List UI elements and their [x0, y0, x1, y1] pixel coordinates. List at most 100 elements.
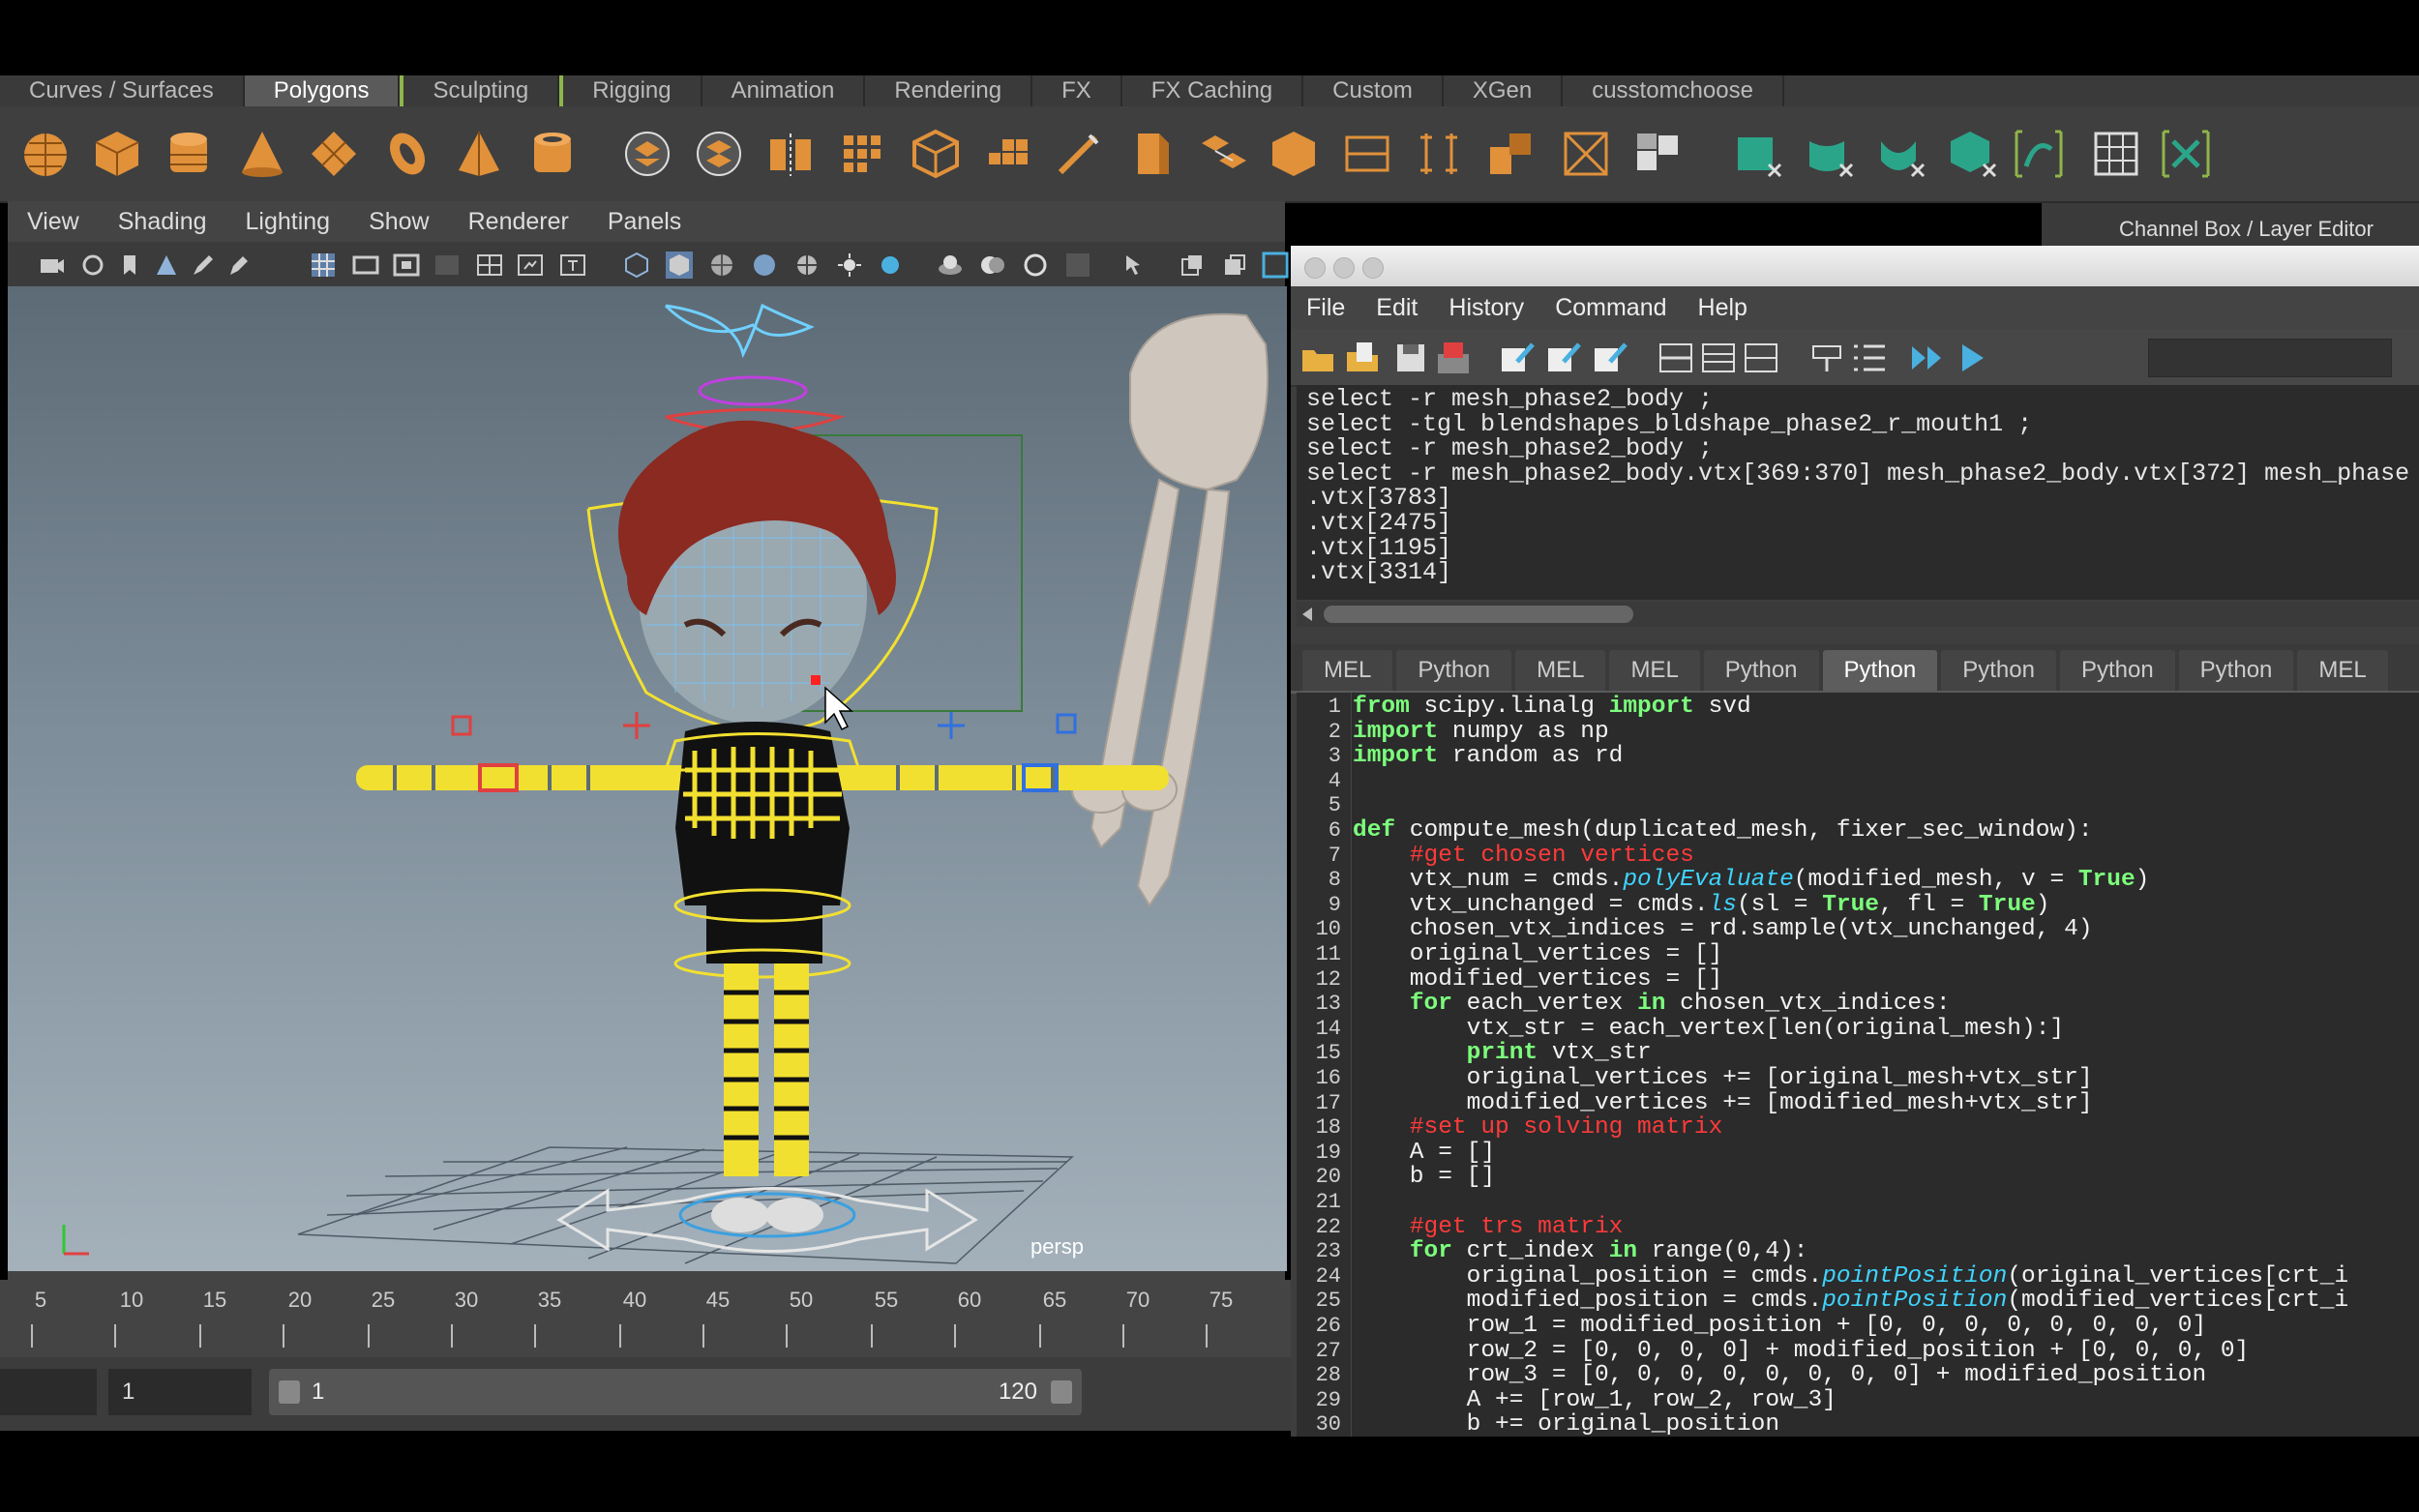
range-end-handle[interactable]: [1051, 1380, 1072, 1404]
extrude-icon[interactable]: [981, 128, 1033, 180]
field-chart-icon[interactable]: [476, 252, 503, 279]
film-gate-icon[interactable]: [352, 252, 379, 279]
shelf-tab-animation[interactable]: Animation: [702, 75, 866, 106]
combine-icon[interactable]: [621, 128, 673, 180]
bridge-icon[interactable]: [1196, 128, 1248, 180]
script-editor-titlebar[interactable]: [1291, 246, 2419, 286]
poly-torus-icon[interactable]: [381, 128, 433, 180]
screen-space-ao-icon[interactable]: [937, 252, 964, 279]
scrollbar-thumb[interactable]: [1324, 606, 1633, 623]
tab-mel-3[interactable]: MEL: [1609, 650, 1700, 691]
viewport-3d-view[interactable]: persp: [8, 286, 1287, 1271]
echo-all-commands-icon[interactable]: [1809, 341, 1844, 375]
shelf-tab-custom[interactable]: Custom: [1303, 75, 1444, 106]
uv-cylindrical-icon[interactable]: [1804, 128, 1856, 180]
clear-history-icon[interactable]: [1500, 341, 1535, 375]
uv-automatic-icon[interactable]: [1947, 128, 1999, 180]
poly-cylinder-icon[interactable]: [163, 128, 215, 180]
camera-icon[interactable]: [39, 252, 66, 279]
poly-pipe-icon[interactable]: [526, 128, 579, 180]
menu-history[interactable]: History: [1433, 294, 1539, 322]
uv-unfold-icon[interactable]: [2013, 128, 2065, 180]
xray-icon[interactable]: [1179, 252, 1206, 279]
separate-icon[interactable]: [693, 128, 745, 180]
save-to-shelf-icon[interactable]: [1436, 341, 1471, 375]
show-history-icon[interactable]: [1658, 341, 1693, 375]
tab-python-5[interactable]: Python: [2059, 650, 2175, 691]
multi-cut-icon[interactable]: [1053, 128, 1105, 180]
viewport-menu-lighting[interactable]: Lighting: [226, 208, 350, 236]
tab-python-1[interactable]: Python: [1396, 650, 1512, 691]
anti-aliasing-icon[interactable]: [1022, 252, 1049, 279]
search-field[interactable]: [2148, 339, 2392, 377]
target-weld-icon[interactable]: [1560, 128, 1612, 180]
shelf-tab-xgen[interactable]: XGen: [1444, 75, 1564, 106]
textured-icon[interactable]: [751, 252, 778, 279]
history-horizontal-scrollbar[interactable]: [1297, 602, 2419, 627]
tab-mel-2[interactable]: MEL: [1515, 650, 1606, 691]
viewport-menu-shading[interactable]: Shading: [99, 208, 226, 236]
isolate-select-icon[interactable]: [1120, 252, 1148, 279]
shelf-tab-fx[interactable]: FX: [1032, 75, 1122, 106]
tab-python-6[interactable]: Python: [2178, 650, 2294, 691]
poly-pyramid-icon[interactable]: [453, 128, 505, 180]
image-plane-icon[interactable]: [153, 252, 180, 279]
tab-python-2[interactable]: Python: [1703, 650, 1819, 691]
gate-mask-icon[interactable]: [433, 252, 461, 279]
uv-spherical-icon[interactable]: [1875, 128, 1927, 180]
viewport-menu-panels[interactable]: Panels: [588, 208, 701, 236]
tab-mel-1[interactable]: MEL: [1302, 650, 1393, 691]
scroll-left-icon[interactable]: [1302, 608, 1312, 621]
wireframe-icon[interactable]: [623, 252, 650, 279]
shadows-icon[interactable]: [879, 252, 906, 279]
menu-help[interactable]: Help: [1683, 294, 1763, 322]
fill-hole-icon[interactable]: [1268, 128, 1320, 180]
current-frame-field[interactable]: 1: [108, 1369, 252, 1415]
shelf-tab-curves-surfaces[interactable]: Curves / Surfaces: [0, 75, 245, 106]
window-close-button[interactable]: [1304, 257, 1326, 279]
clear-all-icon[interactable]: [1593, 341, 1628, 375]
camera-attributes-icon[interactable]: [79, 252, 106, 279]
bookmark-icon[interactable]: [116, 252, 143, 279]
window-minimize-button[interactable]: [1333, 257, 1355, 279]
menu-edit[interactable]: Edit: [1360, 294, 1433, 322]
poly-plane-icon[interactable]: [308, 128, 360, 180]
resolution-gate-icon[interactable]: [393, 252, 420, 279]
pencil-icon[interactable]: [226, 252, 254, 279]
reduce-icon[interactable]: [910, 128, 962, 180]
smooth-icon[interactable]: [836, 128, 888, 180]
depth-of-field-icon[interactable]: [1064, 252, 1091, 279]
viewport-menu-view[interactable]: View: [8, 208, 99, 236]
xray-active-icon[interactable]: [1262, 252, 1289, 279]
uv-layout-icon[interactable]: [2090, 128, 2142, 180]
grease-pencil-icon[interactable]: [190, 252, 217, 279]
clear-input-icon[interactable]: [1546, 341, 1581, 375]
range-start-handle[interactable]: [279, 1380, 300, 1404]
start-time-field[interactable]: [0, 1369, 97, 1415]
show-input-icon[interactable]: [1701, 341, 1736, 375]
save-script-icon[interactable]: [1393, 341, 1428, 375]
shelf-tab-rendering[interactable]: Rendering: [865, 75, 1033, 106]
light-icon[interactable]: [836, 252, 863, 279]
append-polygon-icon[interactable]: [1484, 128, 1537, 180]
uv-cut-sew-icon[interactable]: [2160, 128, 2212, 180]
window-zoom-button[interactable]: [1362, 257, 1384, 279]
viewport-menu-renderer[interactable]: Renderer: [449, 208, 588, 236]
history-output-pane[interactable]: select -r mesh_phase2_body ; select -tgl…: [1297, 385, 2419, 600]
channel-box-tab[interactable]: Channel Box / Layer Editor: [2042, 203, 2419, 246]
tab-python-active[interactable]: Python: [1822, 650, 1938, 691]
grid-toggle-icon[interactable]: [310, 252, 337, 279]
smooth-shade-icon[interactable]: [666, 252, 693, 279]
xray-joints-icon[interactable]: [1221, 252, 1248, 279]
playback-range-slider[interactable]: 1 120: [269, 1369, 1082, 1415]
shelf-tab-fx-caching[interactable]: FX Caching: [1122, 75, 1304, 106]
show-both-icon[interactable]: [1744, 341, 1778, 375]
tab-mel-4[interactable]: MEL: [2297, 650, 2388, 691]
shelf-tab-sculpting[interactable]: Sculpting: [400, 75, 560, 106]
merge-icon[interactable]: [1631, 128, 1684, 180]
uv-planar-icon[interactable]: [1732, 128, 1784, 180]
time-slider[interactable]: 5 10 15 20 25 30 35 40 45 50 55 60 65 70…: [0, 1280, 1293, 1357]
menu-command[interactable]: Command: [1539, 294, 1682, 322]
execute-all-icon[interactable]: [1910, 341, 1945, 375]
poly-sphere-icon[interactable]: [19, 128, 72, 180]
